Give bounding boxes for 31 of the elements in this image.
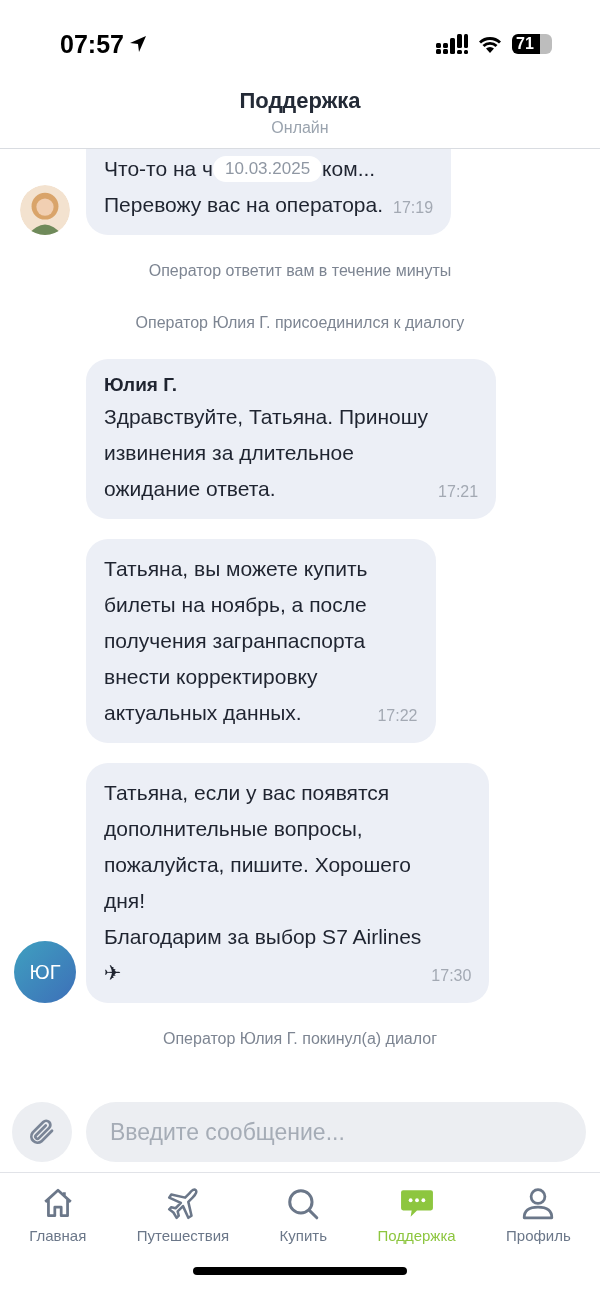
message-text: Перевожу вас на оператора. bbox=[104, 192, 384, 218]
tab-item[interactable]: Главная bbox=[27, 1183, 89, 1248]
tab-item[interactable]: Профиль bbox=[504, 1183, 573, 1248]
clock-time: 07:57 bbox=[60, 29, 124, 59]
search-icon bbox=[286, 1187, 321, 1221]
person-icon bbox=[521, 1187, 556, 1221]
system-message: Оператор Юлия Г. покинул(а) диалог bbox=[162, 1029, 438, 1049]
tab-item[interactable]: Купить bbox=[277, 1183, 329, 1248]
message-text: Что-то на ч bbox=[104, 156, 213, 182]
system-message: Оператор ответит вам в течение минуты bbox=[147, 261, 453, 281]
avatar: ЮГ bbox=[14, 941, 76, 1003]
avatar bbox=[20, 185, 70, 235]
signal-icon bbox=[436, 34, 468, 54]
message-input[interactable]: Введите сообщение... bbox=[86, 1102, 586, 1162]
message-time: 17:21 bbox=[438, 482, 479, 502]
message-time: 17:22 bbox=[377, 706, 418, 726]
message-time: 17:30 bbox=[431, 966, 472, 986]
battery-indicator: 71 bbox=[512, 34, 552, 54]
author-name: Юлия Г. bbox=[104, 373, 178, 397]
status-subtitle: Онлайн bbox=[271, 118, 329, 138]
airplane-icon bbox=[165, 1187, 200, 1221]
wifi-icon bbox=[478, 35, 502, 53]
screen-title: Поддержка bbox=[239, 88, 361, 114]
message-text: ком... bbox=[322, 156, 376, 182]
tab-item[interactable]: Путешествия bbox=[134, 1183, 232, 1248]
message-time: 17:19 bbox=[393, 198, 434, 218]
message-text: Татьяна, если у вас появятся дополнительные вопросы, пожалуйста, пишите. Хорошего дня! Благодарим за выбор S7 Airlines ✈ bbox=[104, 780, 422, 986]
date-label: 10.03.2025 bbox=[213, 156, 323, 182]
message-text: Здравствуйте, Татьяна. Приношу извинения за длительное ожидание ответа. bbox=[104, 404, 429, 502]
system-message: Оператор Юлия Г. присоединился к диалогу bbox=[134, 313, 466, 333]
message-text: Татьяна, вы можете купить билеты на ноябрь, а после получения загранпаспорта внести корректировку актуальных данных. bbox=[104, 556, 368, 726]
